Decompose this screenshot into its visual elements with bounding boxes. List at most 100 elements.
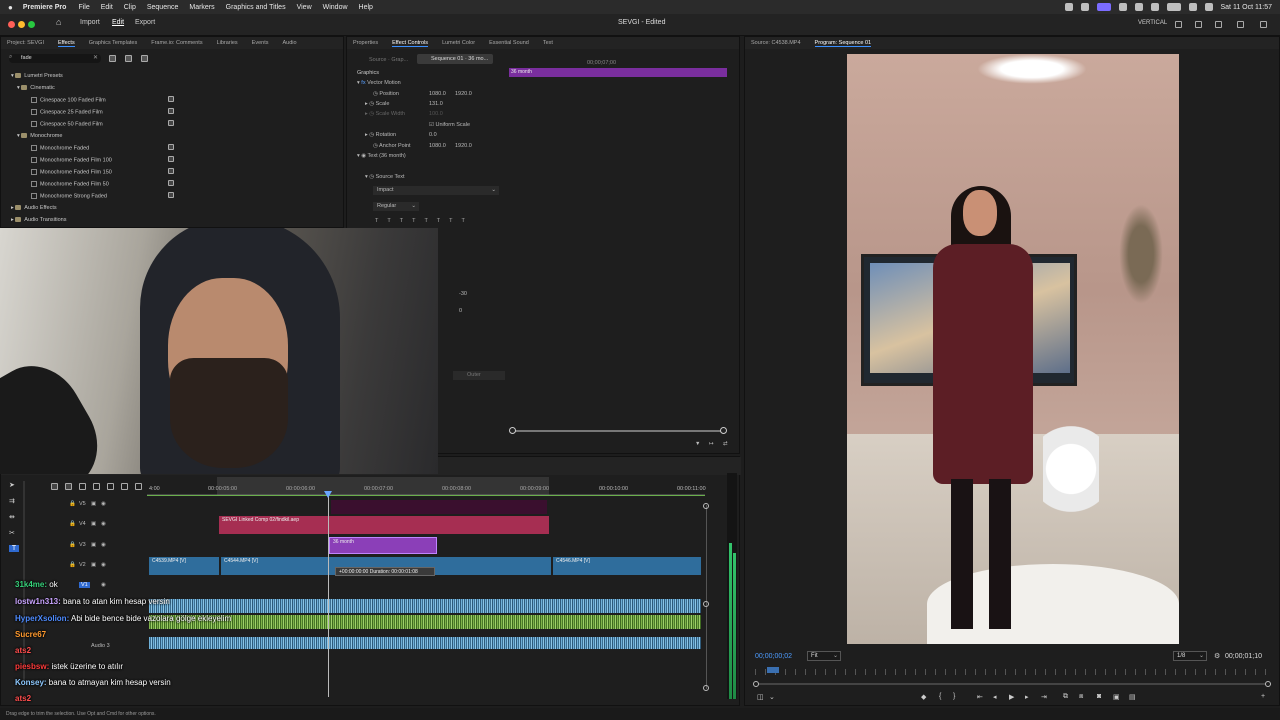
menu-sequence[interactable]: Sequence [147,4,179,11]
clock[interactable]: Sat 11 Oct 11:57 [1221,4,1273,11]
go-to-in-icon[interactable]: ⇤ [977,693,983,701]
eye-icon[interactable]: ◉ [101,562,106,568]
settings-icon[interactable] [135,483,142,490]
tree-item[interactable]: Monochrome Faded [31,145,89,151]
marker-icon[interactable] [93,483,100,490]
fit-dropdown[interactable]: Fit ⌄ [807,651,841,661]
scroll-handle-right[interactable] [720,427,727,434]
workspaces-icon[interactable] [1175,21,1182,28]
scroll-handle-left[interactable] [509,427,516,434]
tab-text[interactable]: Text [543,40,553,46]
sequence-dropdown[interactable]: Sequence 01 · 36 mo... [417,54,493,64]
razor-icon[interactable]: ✂ [9,529,15,537]
program-video-frame[interactable] [847,54,1179,644]
tree-item[interactable]: ▾ Monochrome [17,133,62,139]
tab-libraries[interactable]: Libraries [217,40,238,46]
eye-icon[interactable]: ◉ [101,501,106,507]
camera-icon[interactable]: ◙ [1097,693,1101,700]
tree-item[interactable]: ▾ Cinematic [17,85,55,91]
audio-track-a3[interactable] [149,637,701,649]
sync-icon[interactable]: ▣ [91,501,96,507]
program-timecode[interactable]: 00;00;00;02 [755,653,792,660]
zoom-icon[interactable] [28,21,35,28]
menu-clip[interactable]: Clip [124,4,136,11]
track-v2[interactable]: V2 [79,562,86,568]
menu-help[interactable]: Help [359,4,373,11]
menu-file[interactable]: File [78,4,89,11]
tab-frameio[interactable]: Frame.io: Comments [151,40,202,46]
anchor-x[interactable]: 1080.0 [429,143,446,149]
tree-item[interactable]: ▸ Audio Effects [11,205,57,211]
playhead-marker[interactable] [767,667,779,673]
go-to-out-icon[interactable]: ⇥ [1041,693,1047,701]
mark-in-icon[interactable]: { [939,693,941,700]
scroll-handle-top[interactable] [703,503,709,509]
lock-icon[interactable]: 🔒 [69,501,76,507]
step-forward-icon[interactable]: ▸ [1025,693,1029,701]
program-scrollbar[interactable] [755,683,1271,685]
playhead[interactable] [328,491,329,697]
menu-markers[interactable]: Markers [189,4,214,11]
position-row[interactable]: ◷ Position [373,91,399,97]
clip-c4546[interactable]: C4546.MP4 [V] [553,557,701,575]
yuv-icon[interactable] [141,55,148,62]
sync-icon[interactable]: ▣ [91,521,96,527]
fullscreen-icon[interactable] [1237,21,1244,28]
tree-item[interactable]: Monochrome Faded Film 100 [31,157,112,163]
expand-icon[interactable] [1260,21,1267,28]
add-button-icon[interactable]: + [1261,693,1265,700]
step-back-icon[interactable]: ◂ [993,693,997,701]
tree-item[interactable]: Cinespace 50 Faded Film [31,121,103,127]
tracking-value[interactable]: -30 [459,291,467,297]
minimize-icon[interactable] [18,21,25,28]
overwrite-icon[interactable]: ⧈ [1079,693,1083,701]
tab-import[interactable]: Import [80,19,100,26]
lock-icon[interactable]: 🔒 [69,542,76,548]
accelerated-icon[interactable] [109,55,116,62]
resolution-dropdown[interactable]: 1/8 ⌄ [1173,651,1207,661]
linked-selection-icon[interactable] [65,483,72,490]
apple-icon[interactable]: ● [8,3,13,12]
add-marker-icon[interactable] [79,483,86,490]
menu-window[interactable]: Window [323,4,348,11]
status-icon[interactable] [1096,3,1111,11]
tree-item[interactable]: Cinespace 100 Faded Film [31,97,106,103]
play-icon[interactable]: ▶ [1009,693,1014,701]
type-tool-icon[interactable]: T [9,545,19,552]
clear-icon[interactable]: ✕ [93,54,98,61]
scale-row[interactable]: ▸ ◷ Scale [365,101,389,107]
lock-icon[interactable]: 🔒 [69,521,76,527]
workspace-label[interactable]: VERTICAL [1138,20,1167,26]
32bit-icon[interactable] [125,55,132,62]
text-style-buttons[interactable]: TTTTTTTT [375,218,474,224]
home-icon[interactable]: ⌂ [56,17,61,27]
graphic-clip-bar[interactable]: 36 month [509,68,727,77]
tree-item[interactable]: Monochrome Faded Film 150 [31,169,112,175]
linked-comp-clip[interactable]: SEVGI Linked Comp 02/findkil.aep [219,516,549,534]
tab-source[interactable]: Source: C4538.MP4 [751,40,801,46]
scroll-handle-bottom[interactable] [703,685,709,691]
tab-program[interactable]: Program: Sequence 01 [814,40,872,47]
tab-project[interactable]: Project: SEVGI [7,40,44,46]
audio-track-a1[interactable] [149,599,701,613]
anchor-y[interactable]: 1920.0 [455,143,472,149]
tab-audio[interactable]: Audio [283,40,297,46]
tab-edit[interactable]: Edit [112,19,124,26]
menu-view[interactable]: View [297,4,312,11]
source-text[interactable]: ▾ ◷ Source Text [365,174,405,180]
share-icon[interactable] [1195,21,1202,28]
tab-export[interactable]: Export [135,19,155,26]
captions-icon[interactable] [121,483,128,490]
scroll-handle-right[interactable] [1265,681,1271,687]
marker-icon[interactable]: ◆ [921,693,926,701]
effects-search[interactable]: ⌕ fade ✕ [9,54,101,63]
audio-track-name[interactable]: Audio 3 [91,643,110,649]
wrench-icon[interactable]: ⚙ [1214,652,1220,660]
tab-effects[interactable]: Effects [58,40,75,47]
snap-icon[interactable] [51,483,58,490]
bluetooth-icon[interactable] [1150,3,1159,11]
text-layer[interactable]: ▾ ◉ Text (36 month) [357,153,406,159]
tab-graphics-templates[interactable]: Graphics Templates [89,40,138,46]
comparison-icon[interactable]: ▤ [1129,693,1136,701]
font-dropdown[interactable]: Impact ⌄ [373,186,499,195]
